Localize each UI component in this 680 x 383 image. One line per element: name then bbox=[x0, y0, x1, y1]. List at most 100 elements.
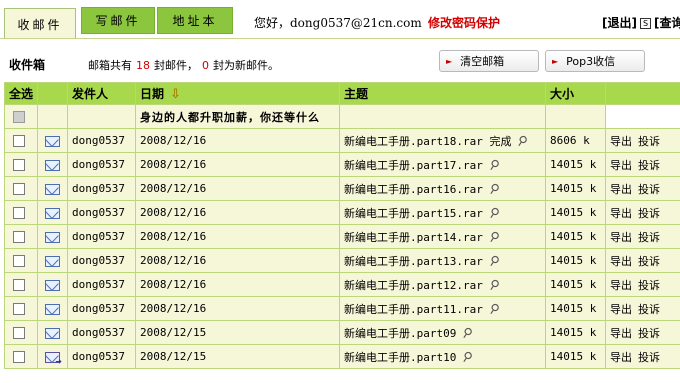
row-checkbox[interactable] bbox=[13, 255, 25, 267]
report-link[interactable]: 投诉 bbox=[638, 231, 660, 244]
report-link[interactable]: 投诉 bbox=[638, 135, 660, 148]
report-link[interactable]: 投诉 bbox=[638, 303, 660, 316]
row-checkbox[interactable] bbox=[13, 303, 25, 315]
report-link[interactable]: 投诉 bbox=[638, 255, 660, 268]
header-tools: [退出] S [查询 bbox=[602, 14, 680, 31]
sort-down-icon[interactable]: ⇩ bbox=[170, 87, 181, 102]
sender-cell[interactable]: dong0537 bbox=[67, 224, 136, 249]
empty-mailbox-button[interactable]: ► 清空邮箱 bbox=[439, 50, 539, 72]
export-link[interactable]: 导出 bbox=[610, 231, 632, 244]
subject-link[interactable]: 新编电工手册.part10 bbox=[344, 351, 456, 364]
sender-cell[interactable]: dong0537 bbox=[67, 272, 136, 297]
row-checkbox[interactable] bbox=[13, 351, 25, 363]
table-row[interactable]: dong0537 2008/12/16 新编电工手册.part16.rar ⚲ 1401… bbox=[4, 176, 680, 201]
subject-cell[interactable]: 新编电工手册.part17.rar ⚲ bbox=[339, 152, 546, 177]
sender-cell[interactable]: dong0537 bbox=[67, 128, 136, 153]
date-cell: 2008/12/16 bbox=[135, 272, 340, 297]
subject-cell[interactable]: 新编电工手册.part09 ⚲ bbox=[339, 320, 546, 345]
sender-cell[interactable]: dong0537 bbox=[67, 344, 136, 369]
subject-cell[interactable]: 新编电工手册.part12.rar ⚲ bbox=[339, 272, 546, 297]
attachment-icon: ⚲ bbox=[485, 180, 502, 198]
forwarded-mail-icon bbox=[45, 351, 62, 366]
report-link[interactable]: 投诉 bbox=[638, 159, 660, 172]
promo-link[interactable]: 身边的人都升职加薪，你还等什么 bbox=[135, 104, 340, 129]
promo-empty-cell bbox=[37, 104, 68, 129]
report-link[interactable]: 投诉 bbox=[638, 207, 660, 220]
tab-address-book[interactable]: 地址本 bbox=[157, 7, 233, 34]
tab-compose[interactable]: 写邮件 bbox=[81, 7, 155, 34]
subject-cell[interactable]: 新编电工手册.part16.rar ⚲ bbox=[339, 176, 546, 201]
read-mail-icon bbox=[45, 207, 60, 219]
subject-cell[interactable]: 新编电工手册.part13.rar ⚲ bbox=[339, 248, 546, 273]
table-row[interactable]: dong0537 2008/12/16 新编电工手册.part14.rar ⚲ 1401… bbox=[4, 224, 680, 249]
subject-cell[interactable]: 新编电工手册.part11.rar ⚲ bbox=[339, 296, 546, 321]
sender-cell[interactable]: dong0537 bbox=[67, 320, 136, 345]
sender-cell[interactable]: dong0537 bbox=[67, 152, 136, 177]
report-link[interactable]: 投诉 bbox=[638, 183, 660, 196]
size-cell: 14015 k bbox=[545, 344, 606, 369]
row-checkbox-cell bbox=[4, 200, 38, 225]
export-link[interactable]: 导出 bbox=[610, 207, 632, 220]
subject-link[interactable]: 新编电工手册.part16.rar bbox=[344, 183, 483, 196]
search-box-icon[interactable]: S bbox=[639, 18, 651, 29]
logout-link[interactable]: [退出] bbox=[602, 16, 637, 30]
subject-link[interactable]: 新编电工手册.part13.rar bbox=[344, 255, 483, 268]
subject-cell[interactable]: 新编电工手册.part18.rar 完成 ⚲ bbox=[339, 128, 546, 153]
export-link[interactable]: 导出 bbox=[610, 327, 632, 340]
row-checkbox[interactable] bbox=[13, 327, 25, 339]
subject-cell[interactable]: 新编电工手册.part14.rar ⚲ bbox=[339, 224, 546, 249]
table-header-row: 全选 发件人 日期 ⇩ 主题 大小 bbox=[4, 82, 680, 105]
export-link[interactable]: 导出 bbox=[610, 183, 632, 196]
size-header[interactable]: 大小 bbox=[545, 82, 606, 105]
report-link[interactable]: 投诉 bbox=[638, 351, 660, 364]
subject-link[interactable]: 新编电工手册.part17.rar bbox=[344, 159, 483, 172]
subject-header[interactable]: 主题 bbox=[339, 82, 546, 105]
sender-cell[interactable]: dong0537 bbox=[67, 248, 136, 273]
export-link[interactable]: 导出 bbox=[610, 303, 632, 316]
query-link[interactable]: [查询 bbox=[654, 16, 680, 30]
table-row[interactable]: dong0537 2008/12/15 新编电工手册.part09 ⚲ 14015 k导… bbox=[4, 320, 680, 345]
subject-link[interactable]: 新编电工手册.part11.rar bbox=[344, 303, 483, 316]
select-all-header[interactable]: 全选 bbox=[4, 82, 38, 105]
table-row[interactable]: dong05372008/12/15新编电工手册.part10⚲14015 k导… bbox=[4, 344, 680, 369]
table-row[interactable]: dong0537 2008/12/16 新编电工手册.part13.rar ⚲ 1401… bbox=[4, 248, 680, 273]
actions-cell: 导出 投诉 bbox=[605, 128, 680, 153]
sender-cell[interactable]: dong0537 bbox=[67, 296, 136, 321]
table-row[interactable]: dong0537 2008/12/16 新编电工手册.part15.rar ⚲ 1401… bbox=[4, 200, 680, 225]
row-checkbox[interactable] bbox=[13, 183, 25, 195]
subject-link[interactable]: 新编电工手册.part14.rar bbox=[344, 231, 483, 244]
subject-cell[interactable]: 新编电工手册.part10 ⚲ bbox=[339, 344, 546, 369]
row-checkbox[interactable] bbox=[13, 135, 25, 147]
subject-link[interactable]: 新编电工手册.part09 bbox=[344, 327, 456, 340]
status-cell bbox=[37, 296, 68, 321]
report-link[interactable]: 投诉 bbox=[638, 279, 660, 292]
date-header[interactable]: 日期 ⇩ bbox=[135, 82, 340, 105]
subject-link[interactable]: 新编电工手册.part18.rar 完成 bbox=[344, 135, 511, 148]
table-row[interactable]: dong0537 2008/12/16 新编电工手册.part17.rar ⚲ 1401… bbox=[4, 152, 680, 177]
pop3-fetch-button[interactable]: ► Pop3收信 bbox=[545, 50, 645, 72]
status-cell bbox=[37, 344, 68, 369]
export-link[interactable]: 导出 bbox=[610, 255, 632, 268]
subject-cell[interactable]: 新编电工手册.part15.rar ⚲ bbox=[339, 200, 546, 225]
row-checkbox[interactable] bbox=[13, 207, 25, 219]
report-link[interactable]: 投诉 bbox=[638, 327, 660, 340]
status-cell bbox=[37, 152, 68, 177]
table-row[interactable]: dong0537 2008/12/16 新编电工手册.part11.rar ⚲ 1401… bbox=[4, 296, 680, 321]
change-password-link[interactable]: 修改密码保护 bbox=[428, 14, 500, 31]
sender-cell[interactable]: dong0537 bbox=[67, 176, 136, 201]
subject-link[interactable]: 新编电工手册.part15.rar bbox=[344, 207, 483, 220]
table-row[interactable]: dong0537 2008/12/16 新编电工手册.part12.rar ⚲ 1401… bbox=[4, 272, 680, 297]
subject-link[interactable]: 新编电工手册.part12.rar bbox=[344, 279, 483, 292]
sender-header[interactable]: 发件人 bbox=[67, 82, 136, 105]
export-link[interactable]: 导出 bbox=[610, 135, 632, 148]
sender-cell[interactable]: dong0537 bbox=[67, 200, 136, 225]
export-link[interactable]: 导出 bbox=[610, 159, 632, 172]
row-checkbox[interactable] bbox=[13, 279, 25, 291]
row-checkbox[interactable] bbox=[13, 231, 25, 243]
tab-inbox[interactable]: 收邮件 bbox=[4, 8, 76, 39]
row-checkbox[interactable] bbox=[13, 159, 25, 171]
export-link[interactable]: 导出 bbox=[610, 279, 632, 292]
table-row[interactable]: dong0537 2008/12/16 新编电工手册.part18.rar 完成 ⚲ 8… bbox=[4, 128, 680, 153]
export-link[interactable]: 导出 bbox=[610, 351, 632, 364]
date-cell: 2008/12/16 bbox=[135, 296, 340, 321]
